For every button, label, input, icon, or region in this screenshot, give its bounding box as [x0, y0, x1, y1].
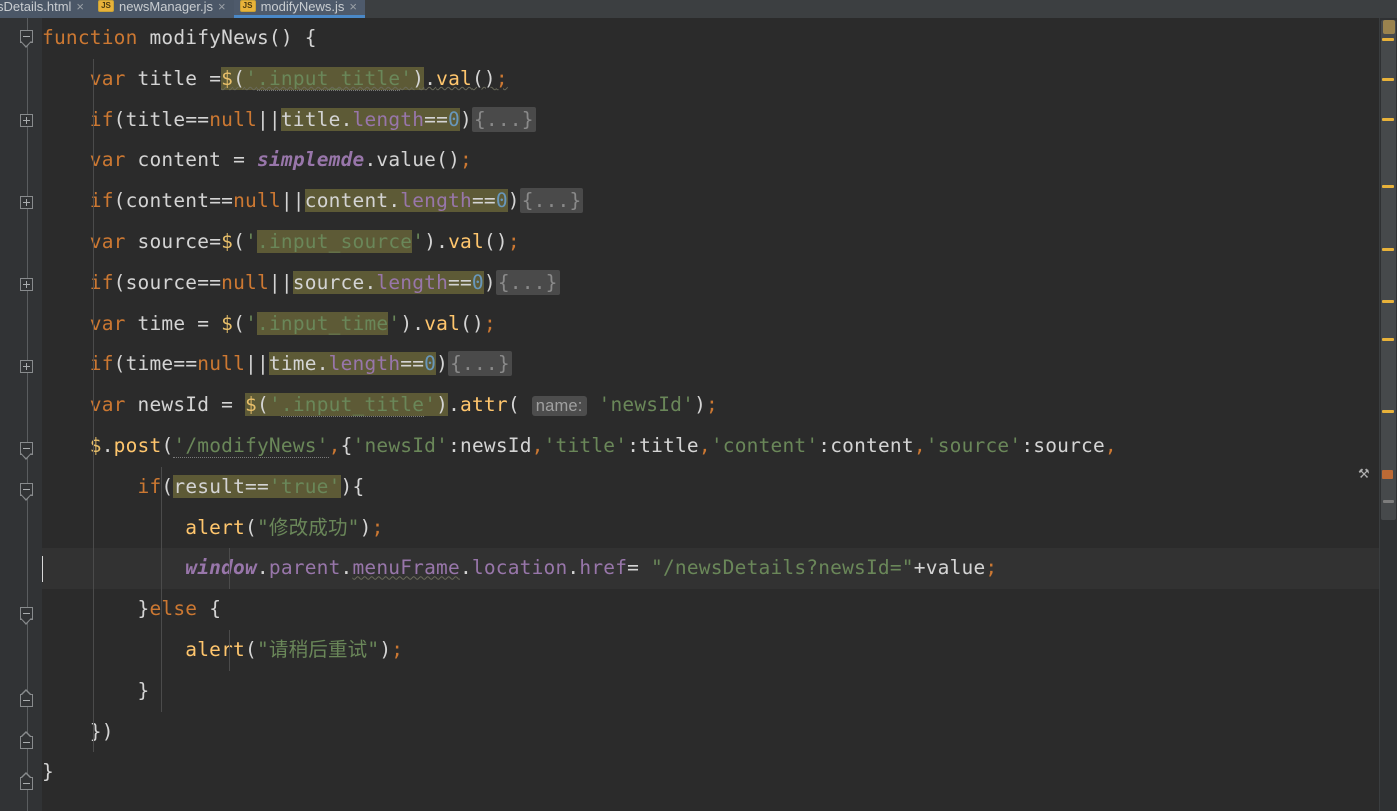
warning-marker[interactable] [1382, 38, 1394, 41]
tab-label: sDetails.html [0, 0, 72, 14]
code-line-10[interactable]: var newsId = $('.input_title').attr( nam… [42, 385, 1380, 426]
js-file-icon: JS [98, 0, 115, 12]
fold-end-icon-line-18[interactable] [20, 731, 35, 751]
code-line-11[interactable]: $.post('/modifyNews',{'newsId':newsId,'t… [42, 425, 1380, 467]
editor-gutter[interactable] [0, 18, 42, 811]
tab-modifynews-js[interactable]: JS modifyNews.js × [233, 0, 366, 18]
warning-marker[interactable] [1382, 185, 1394, 188]
code-line-3[interactable]: if(title==null||title.length==0) {...} [42, 99, 1380, 141]
fold-collapse-icon-line-15[interactable] [20, 607, 35, 625]
fold-expand-icon-line-7[interactable] [20, 278, 35, 293]
close-icon[interactable]: × [76, 0, 84, 14]
tab-newsmanager-js[interactable]: JS newsManager.js × [92, 0, 234, 18]
code-line-4[interactable]: var content = simplemde.value(); [42, 140, 1380, 182]
code-line-5[interactable]: if(content==null||content.length==0) {...… [42, 181, 1380, 222]
editor-window: sDetails.html × JS newsManager.js × JS m… [0, 0, 1397, 811]
close-icon[interactable]: × [349, 0, 357, 14]
code-editor-area[interactable]: function modifyNews() { var title =$('.i… [42, 18, 1380, 811]
js-file-icon: JS [239, 0, 256, 12]
code-line-9[interactable]: if(time==null||time.length==0) {...} [42, 344, 1380, 386]
tab-sdetails-html[interactable]: sDetails.html × [0, 0, 93, 18]
scrollbar-thumb[interactable] [1381, 20, 1396, 520]
code-line-12[interactable]: if(result=='true'){ [42, 466, 1380, 508]
fold-collapse-icon-line-12[interactable] [20, 483, 35, 501]
todo-marker[interactable] [1383, 500, 1394, 503]
warning-marker[interactable] [1382, 248, 1394, 251]
code-line-14-current[interactable]: window.parent.menuFrame.location.href= "… [42, 548, 1380, 590]
close-icon[interactable]: × [218, 0, 226, 14]
code-line-16[interactable]: alert("请稍后重试"); [42, 629, 1380, 671]
fold-end-icon-line-17[interactable] [20, 689, 35, 709]
warning-marker[interactable] [1382, 338, 1394, 341]
fold-collapse-icon-line-1[interactable] [20, 30, 35, 48]
warning-marker[interactable] [1382, 118, 1394, 121]
tab-label: newsManager.js [119, 0, 213, 14]
error-marker[interactable] [1382, 470, 1393, 479]
warning-marker[interactable] [1382, 300, 1394, 303]
fold-expand-icon-line-3[interactable] [20, 114, 35, 129]
code-line-2[interactable]: var title =$('.input_title').val(); [42, 58, 1380, 100]
code-line-17[interactable]: } [42, 670, 1380, 712]
inlay-hint-name: name: [531, 396, 587, 417]
warning-marker[interactable] [1382, 410, 1394, 413]
inspection-widget-icon[interactable]: ⚒ [1358, 468, 1374, 482]
code-line-1[interactable]: function modifyNews() { [42, 18, 1380, 59]
editor-tab-bar: sDetails.html × JS newsManager.js × JS m… [0, 0, 1397, 18]
code-line-19[interactable]: } [42, 752, 1380, 793]
fold-expand-icon-line-9[interactable] [20, 360, 35, 375]
code-line-18[interactable]: }) [42, 711, 1380, 753]
fold-collapse-icon-line-11[interactable] [20, 442, 35, 460]
warning-marker[interactable] [1382, 78, 1394, 81]
tab-label: modifyNews.js [260, 0, 345, 14]
inspection-marker-bar[interactable]: ⚒ [1358, 0, 1397, 811]
fold-expand-icon-line-5[interactable] [20, 196, 35, 211]
code-line-6[interactable]: var source=$('.input_source').val(); [42, 221, 1380, 263]
fold-end-icon-line-19[interactable] [20, 772, 35, 792]
code-line-8[interactable]: var time = $('.input_time').val(); [42, 303, 1380, 345]
code-line-13[interactable]: alert("修改成功"); [42, 507, 1380, 549]
code-line-15[interactable]: }else { [42, 589, 1380, 630]
code-line-7[interactable]: if(source==null||source.length==0) {...} [42, 262, 1380, 304]
